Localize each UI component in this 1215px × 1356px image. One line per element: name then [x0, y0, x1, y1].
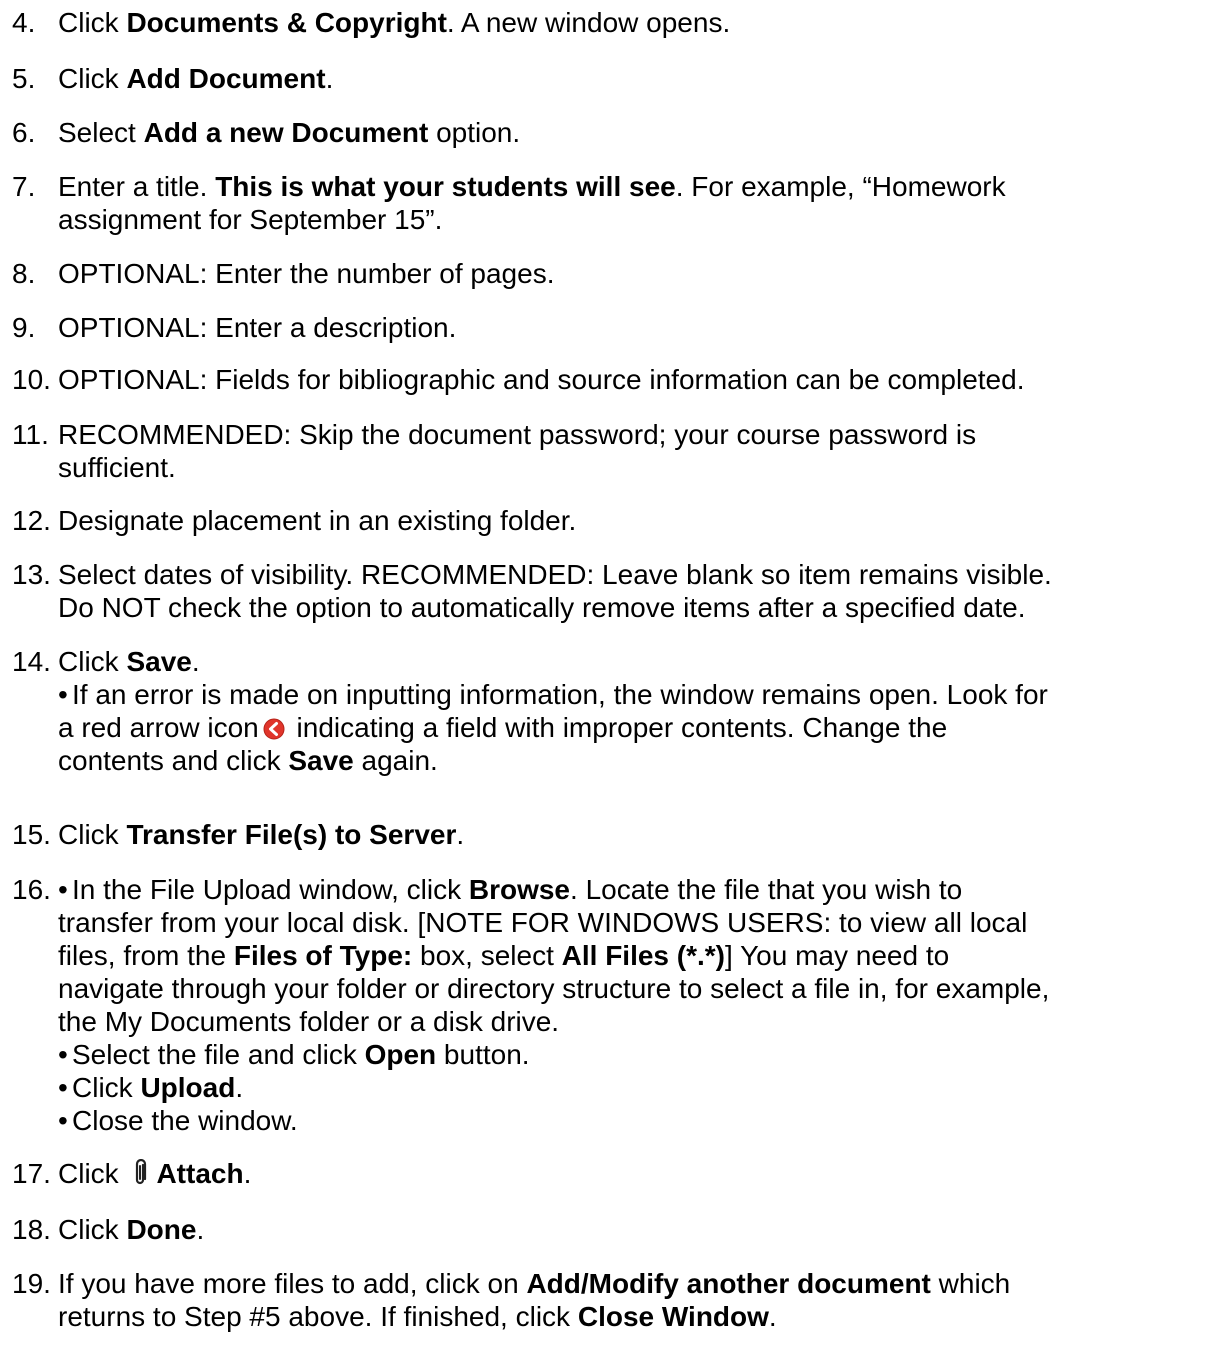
step-text: indicating a field with improper content… [288, 712, 948, 743]
step-number: 5. [12, 63, 36, 94]
bullet: • [58, 1105, 68, 1136]
step-text: If an error is made on inputting informa… [72, 679, 1048, 710]
step-text: . [243, 1158, 252, 1189]
step-text: Click [58, 1214, 127, 1245]
step-number: 10. [12, 364, 51, 395]
ui-term: Attach [156, 1158, 244, 1189]
bullet: • [58, 874, 68, 905]
step-text: assignment for September 15”. [58, 204, 443, 235]
step-number: 9. [12, 312, 36, 343]
ui-term: Upload [140, 1072, 236, 1103]
step-text: the My Documents folder or a disk drive. [58, 1006, 560, 1037]
ui-term: Save [126, 646, 192, 677]
step-text: . [196, 1214, 205, 1245]
step-text: Select dates of visibility. RECOMMENDED:… [58, 559, 1052, 590]
step-text: . [325, 63, 334, 94]
step-text: . [768, 1301, 777, 1332]
step-text: . A new window opens. [446, 7, 731, 38]
step-text: sufficient. [58, 452, 176, 483]
emphasis-text: This is what your students will see [215, 171, 676, 202]
step-text: which [930, 1268, 1011, 1299]
ui-term: Close Window [577, 1301, 769, 1332]
step-number: 19. [12, 1268, 51, 1299]
step-number: 4. [12, 7, 36, 38]
ui-term: Browse [468, 874, 571, 905]
bullet: • [58, 1072, 68, 1103]
step-text: . [191, 646, 200, 677]
ui-term: All Files (*.*) [561, 940, 726, 971]
step-text: OPTIONAL: Enter a description. [58, 312, 457, 343]
step-number: 11. [12, 419, 49, 450]
step-number: 14. [12, 646, 51, 677]
step-text: transfer from your local disk. [NOTE FOR… [58, 907, 1028, 938]
step-text: RECOMMENDED: Skip the document password;… [58, 419, 977, 450]
step-text: ] You may need to [725, 940, 950, 971]
step-text: returns to Step #5 above. If finished, c… [58, 1301, 578, 1332]
red-arrow-icon [263, 718, 285, 740]
step-number: 8. [12, 258, 36, 289]
step-text: Select the file and click [72, 1039, 365, 1070]
step-text: . [235, 1072, 244, 1103]
step-number: 7. [12, 171, 36, 202]
step-text: Select [58, 117, 144, 148]
step-text: . For example, “Homework [675, 171, 1006, 202]
step-number: 6. [12, 117, 36, 148]
step-text: again. [353, 745, 438, 776]
step-number: 16. [12, 874, 51, 905]
step-text: In the File Upload window, click [72, 874, 469, 905]
step-number: 17. [12, 1158, 51, 1189]
step-text: box, select [412, 940, 562, 971]
bullet: • [58, 1039, 68, 1070]
step-number: 13. [12, 559, 51, 590]
step-text: Designate placement in an existing folde… [58, 505, 577, 536]
step-number: 18. [12, 1214, 51, 1245]
step-text: Do NOT check the option to automatically… [58, 592, 1026, 623]
step-text: navigate through your folder or director… [58, 973, 1050, 1004]
ui-term: Open [364, 1039, 437, 1070]
ui-term: Files of Type: [233, 940, 413, 971]
step-text: Click [58, 819, 127, 850]
step-text: Click [72, 1072, 141, 1103]
ui-term: Done [126, 1214, 197, 1245]
ui-term: Transfer File(s) to Server [126, 819, 457, 850]
ui-term: Add/Modify another document [526, 1268, 931, 1299]
step-text: If you have more files to add, click on [58, 1268, 527, 1299]
step-text: Click [58, 646, 127, 677]
step-text: OPTIONAL: Fields for bibliographic and s… [58, 364, 1025, 395]
step-text: button. [436, 1039, 530, 1070]
ui-term: Documents & Copyright [126, 7, 447, 38]
paperclip-icon [136, 1159, 147, 1185]
step-text: a red arrow icon [58, 712, 259, 743]
step-text: option. [428, 117, 521, 148]
step-number: 12. [12, 505, 51, 536]
step-text: . Locate the file that you wish to [570, 874, 963, 905]
step-text: Click [58, 7, 127, 38]
ui-term: Save [288, 745, 354, 776]
bullet: • [58, 679, 68, 710]
step-text: files, from the [58, 940, 234, 971]
step-text: Close the window. [72, 1105, 298, 1136]
step-text: Click [58, 1158, 127, 1189]
step-text: contents and click [58, 745, 289, 776]
step-text: OPTIONAL: Enter the number of pages. [58, 258, 555, 289]
step-number: 15. [12, 819, 51, 850]
step-text: Enter a title. [58, 171, 216, 202]
step-text: Click [58, 63, 127, 94]
step-text: . [456, 819, 465, 850]
ui-term: Add a new Document [143, 117, 429, 148]
ui-term: Add Document [126, 63, 326, 94]
